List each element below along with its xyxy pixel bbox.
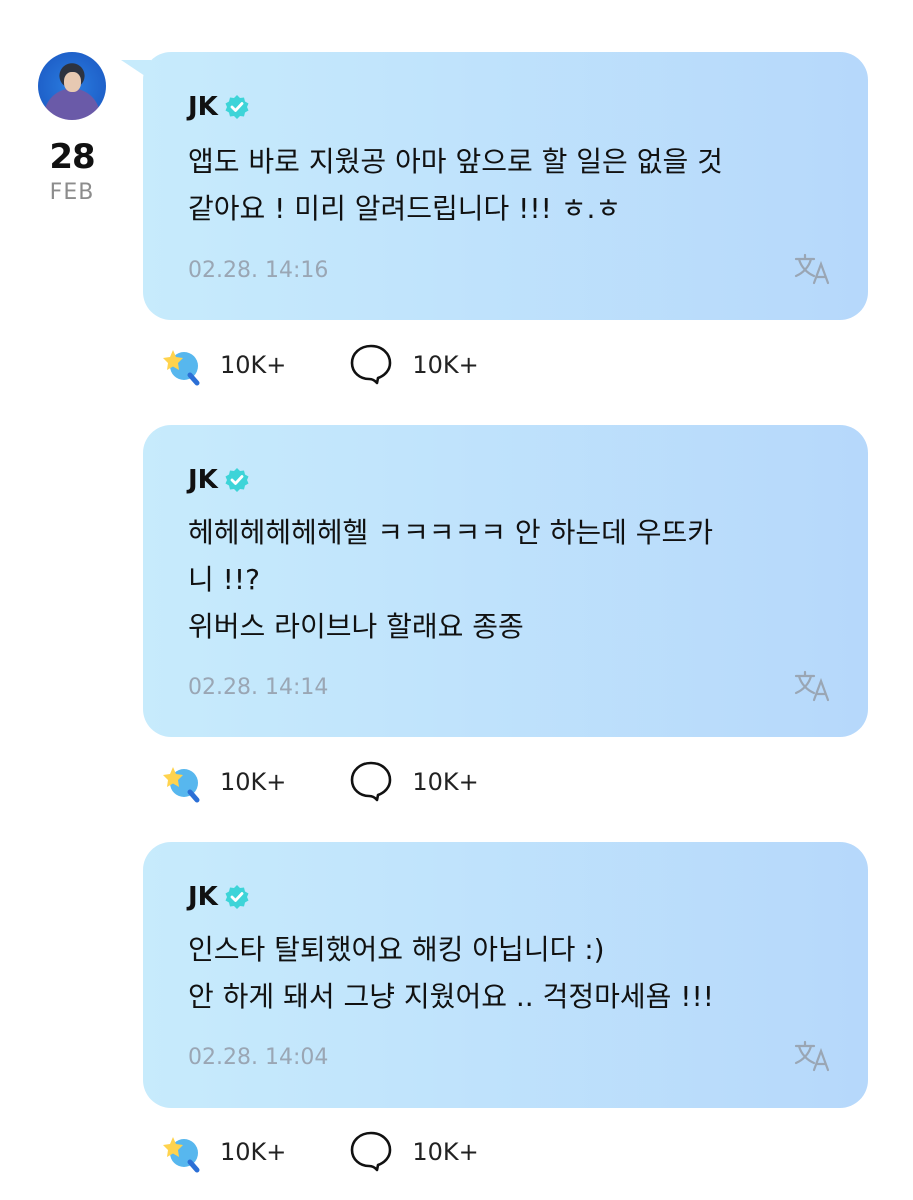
post-line: 위버스 라이브나 할래요 종종 (188, 610, 524, 643)
reaction-button[interactable]: 10K+ (160, 1131, 286, 1173)
date-month: FEB (49, 180, 95, 205)
comment-icon (351, 1131, 392, 1172)
comment-count: 10K+ (412, 768, 479, 796)
post-bubble[interactable]: JK 헤헤헤헤헤헤헬 ㅋㅋㅋㅋㅋ 안 하는데 우뜨카 니 !!? 위버스 라이브… (143, 425, 868, 737)
post-author: JK (188, 882, 250, 912)
post-line: 니 !!? (188, 563, 260, 596)
date-day: 28 (49, 137, 95, 177)
post-body: 앱도 바로 지웠공 아마 앞으로 할 일은 없을 것 같아요 ! 미리 알려드립… (188, 138, 808, 232)
post-body: 인스타 탈퇴했어요 해킹 아닙니다 :) 안 하게 돼서 그냥 지웠어요 .. … (188, 926, 808, 1020)
comment-button[interactable]: 10K+ (348, 1129, 479, 1175)
post-line: 안 하게 돼서 그냥 지웠어요 .. 걱정마세욤 !!! (188, 980, 714, 1013)
post-line: 같아요 ! 미리 알려드립니다 !!! ㅎ.ㅎ (188, 192, 622, 225)
post-body: 헤헤헤헤헤헤헬 ㅋㅋㅋㅋㅋ 안 하는데 우뜨카 니 !!? 위버스 라이브나 할… (188, 509, 808, 650)
post-bubble[interactable]: JK 앱도 바로 지웠공 아마 앞으로 할 일은 없을 것 같아요 ! 미리 알… (121, 52, 868, 320)
translate-icon[interactable] (792, 1039, 834, 1073)
verified-badge-icon (225, 468, 249, 492)
post-line: 인스타 탈퇴했어요 해킹 아닙니다 :) (188, 933, 605, 966)
reaction-count: 10K+ (220, 768, 287, 796)
comment-button[interactable]: 10K+ (348, 342, 479, 388)
comment-button[interactable]: 10K+ (348, 759, 479, 805)
author-name: JK (188, 465, 218, 495)
reaction-count: 10K+ (220, 1138, 287, 1166)
author-name: JK (188, 92, 218, 122)
comment-icon (351, 761, 392, 802)
post-author: JK (188, 465, 250, 495)
verified-badge-icon (225, 95, 249, 119)
avatar-face (64, 72, 81, 92)
reaction-icon (163, 350, 200, 386)
translate-icon[interactable] (792, 669, 834, 703)
post-actions: 10K+ 10K+ (160, 1129, 479, 1175)
reaction-button[interactable]: 10K+ (160, 344, 286, 386)
post-bubble[interactable]: JK 인스타 탈퇴했어요 해킹 아닙니다 :) 안 하게 돼서 그냥 지웠어요 … (143, 842, 868, 1108)
post-line: 헤헤헤헤헤헤헬 ㅋㅋㅋㅋㅋ 안 하는데 우뜨카 (188, 516, 714, 549)
reaction-icon (163, 1137, 200, 1173)
post-time: 02.28. 14:14 (188, 675, 329, 700)
reaction-count: 10K+ (220, 351, 287, 379)
comment-icon (351, 344, 392, 385)
avatar[interactable] (38, 52, 106, 120)
post-time: 02.28. 14:16 (188, 258, 329, 283)
post-line: 앱도 바로 지웠공 아마 앞으로 할 일은 없을 것 (188, 145, 723, 178)
post-author: JK (188, 92, 250, 122)
translate-icon[interactable] (792, 252, 834, 286)
post-time: 02.28. 14:04 (188, 1045, 329, 1070)
comment-count: 10K+ (412, 1138, 479, 1166)
post-actions: 10K+ 10K+ (160, 759, 479, 805)
comment-count: 10K+ (412, 351, 479, 379)
author-name: JK (188, 882, 218, 912)
post-actions: 10K+ 10K+ (160, 342, 479, 388)
reaction-button[interactable]: 10K+ (160, 761, 286, 803)
reaction-icon (163, 767, 200, 803)
verified-badge-icon (225, 885, 249, 909)
